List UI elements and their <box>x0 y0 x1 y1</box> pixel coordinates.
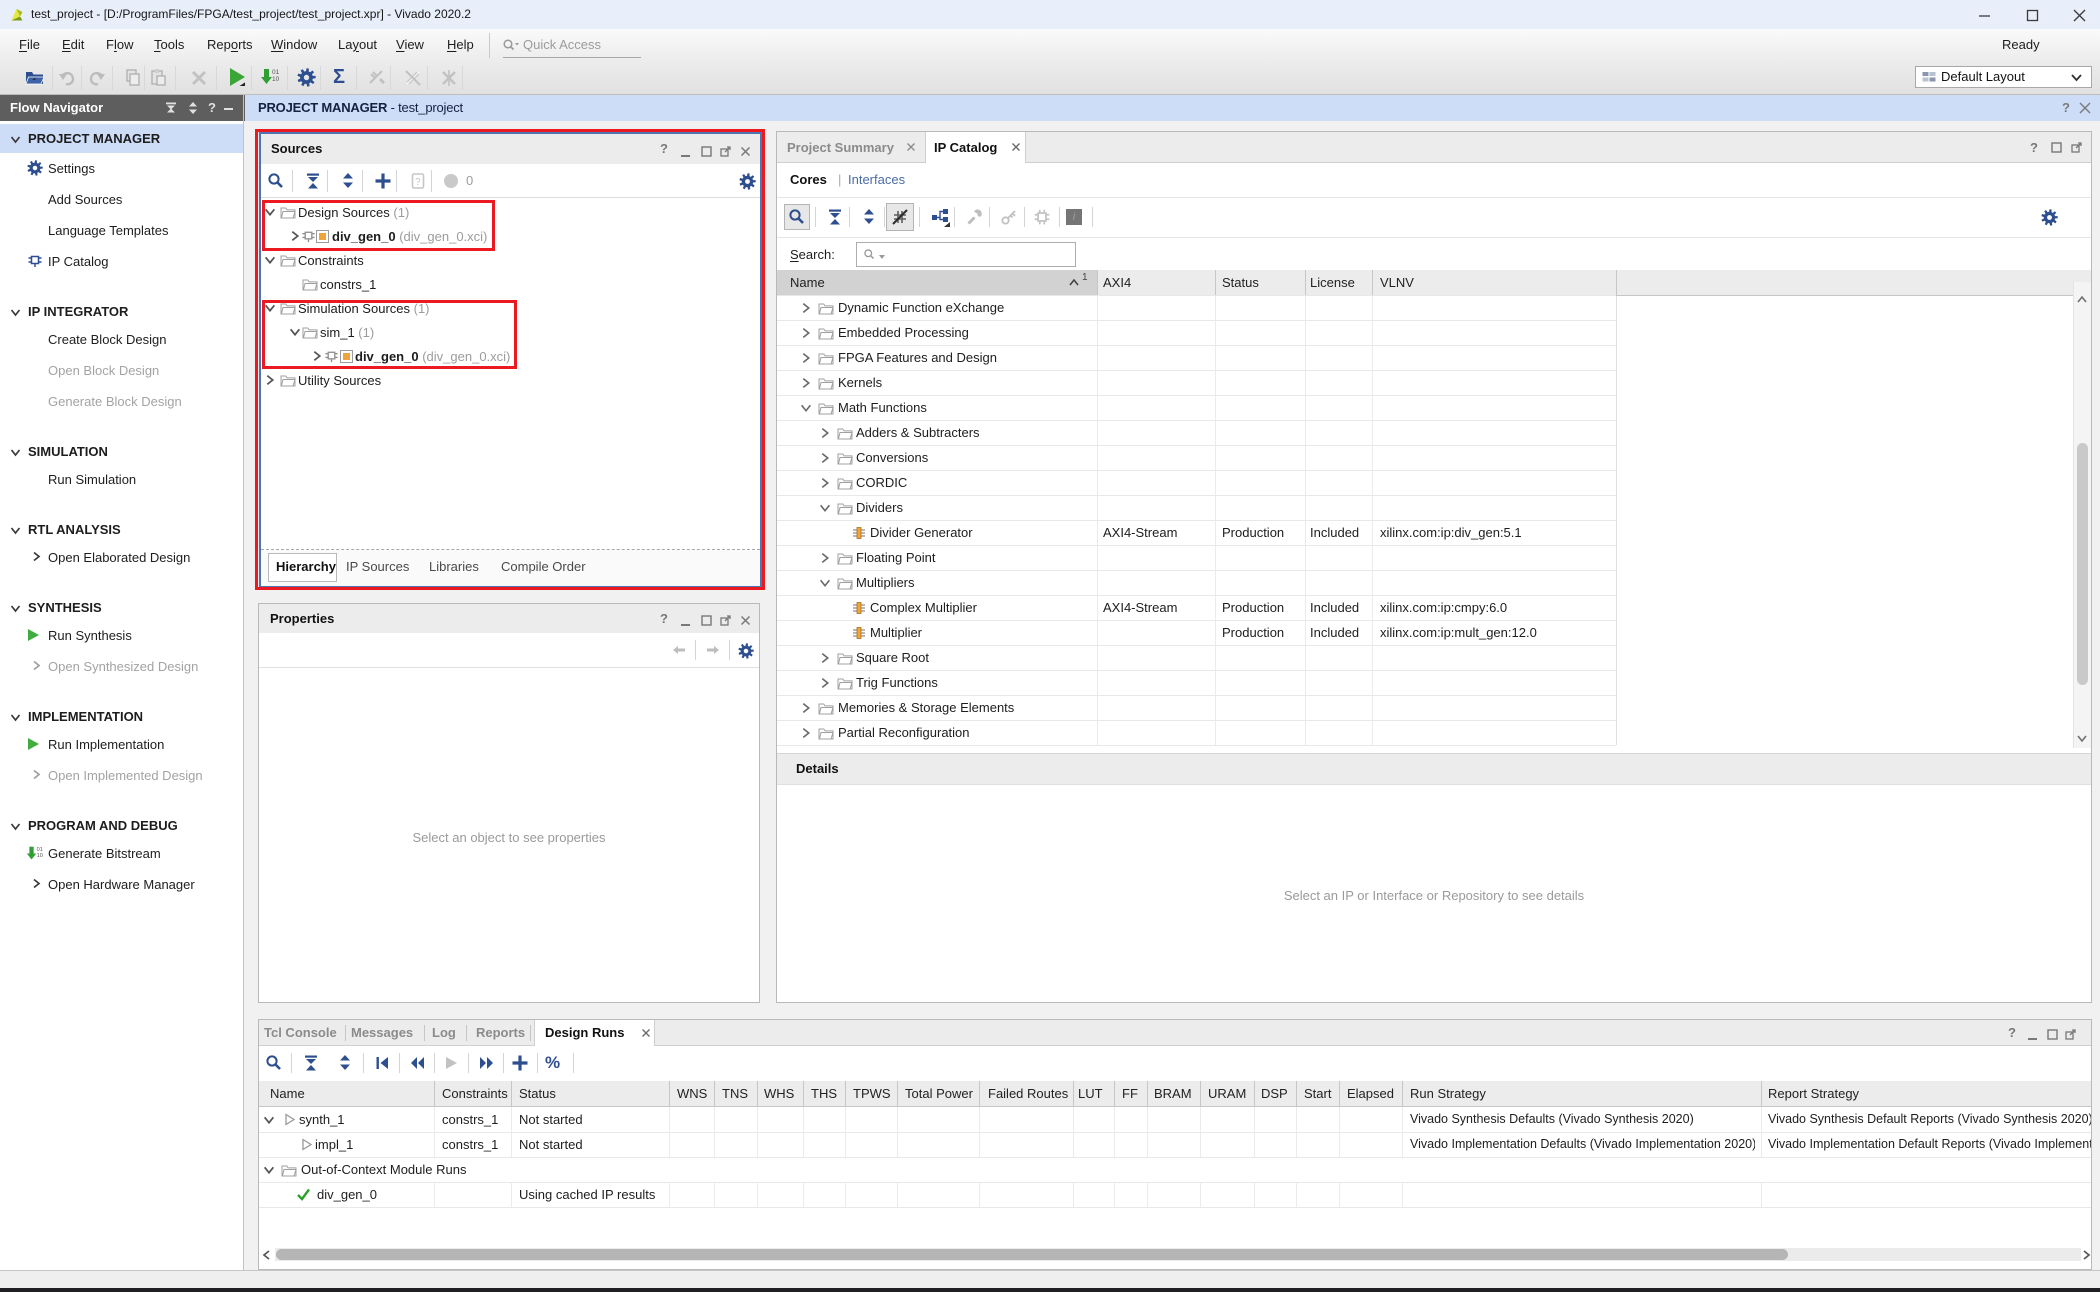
svg-text:01: 01 <box>272 69 280 76</box>
svg-text:10: 10 <box>272 76 280 83</box>
svg-text:10: 10 <box>37 853 43 859</box>
svg-text:01: 01 <box>37 847 43 853</box>
